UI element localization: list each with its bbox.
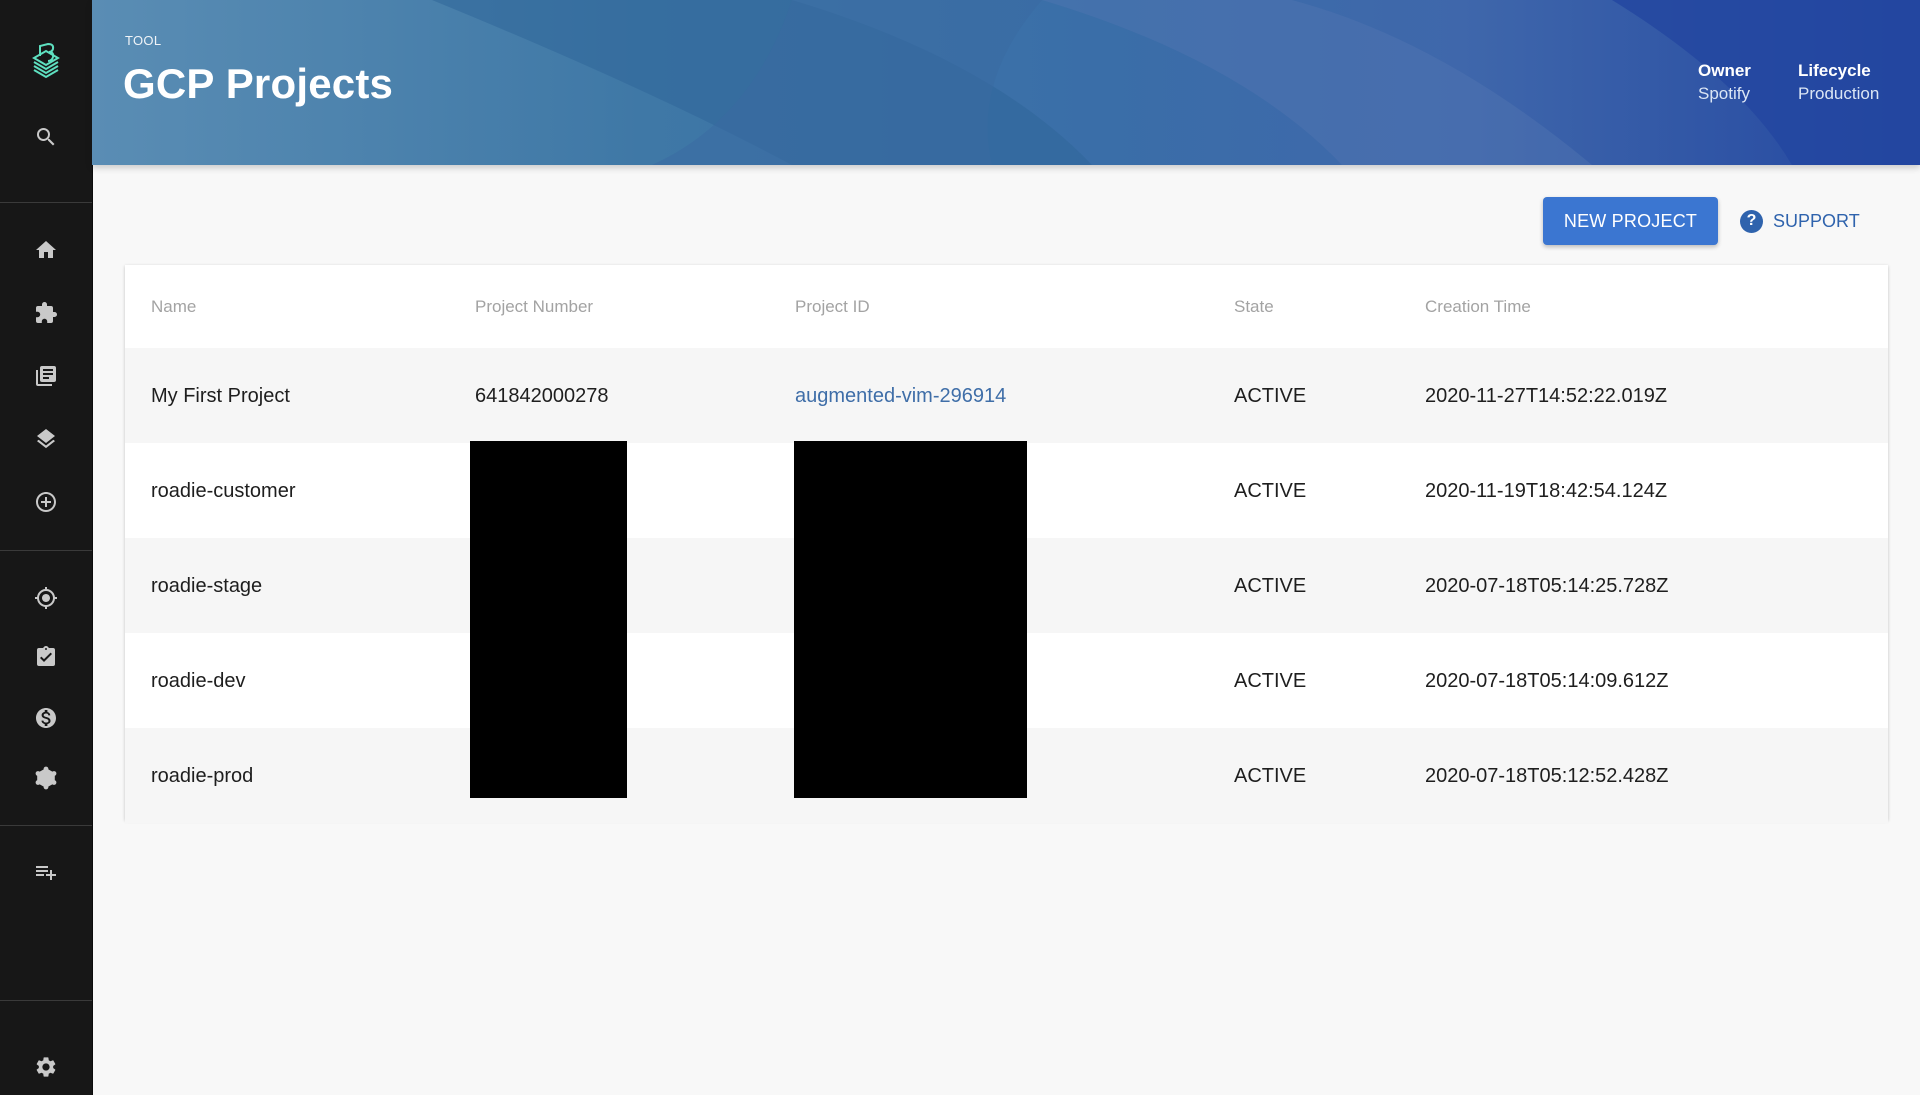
sidebar-item-add-shortcut[interactable]	[22, 852, 70, 892]
cell-name: roadie-dev	[151, 670, 246, 692]
sidebar-item-docs[interactable]	[22, 356, 70, 396]
dollar-icon	[36, 708, 56, 728]
table-header: Name Project Number Project ID State Cre…	[125, 265, 1888, 348]
cell-state: ACTIVE	[1234, 575, 1307, 597]
column-header-project-number[interactable]: Project Number	[475, 297, 593, 317]
column-header-project-id[interactable]: Project ID	[795, 297, 870, 317]
table-row: My First Project 641842000278 augmented-…	[125, 348, 1888, 443]
puzzle-icon	[36, 302, 57, 323]
cell-creation-time: 2020-07-18T05:14:25.728Z	[1425, 575, 1669, 597]
cell-state: ACTIVE	[1234, 670, 1307, 692]
sidebar-divider	[0, 550, 92, 551]
page-header: TOOL GCP Projects Owner Spotify Lifecycl…	[92, 0, 1920, 165]
lifecycle-label: Lifecycle	[1798, 61, 1871, 80]
playlist-add-icon	[36, 866, 56, 880]
clipboard-check-icon	[37, 646, 55, 666]
sidebar-item-tasks[interactable]	[22, 637, 70, 677]
sidebar-item-apis[interactable]	[22, 293, 70, 333]
project-id-link[interactable]: augmented-vim-296914	[795, 385, 1006, 407]
header-lifecycle: Lifecycle Production	[1798, 60, 1879, 106]
sidebar-divider	[0, 1000, 92, 1001]
sidebar	[0, 0, 93, 1095]
cell-creation-time: 2020-07-18T05:14:09.612Z	[1425, 670, 1669, 692]
sidebar-divider	[0, 202, 92, 203]
sidebar-item-tech-radar[interactable]	[22, 419, 70, 459]
cell-creation-time: 2020-07-18T05:12:52.428Z	[1425, 765, 1669, 787]
cell-state: ACTIVE	[1234, 385, 1307, 407]
owner-value: Spotify	[1698, 84, 1750, 103]
lifecycle-value: Production	[1798, 84, 1880, 103]
support-button[interactable]: ? SUPPORT	[1740, 197, 1860, 245]
target-icon	[35, 587, 57, 609]
sidebar-divider	[0, 825, 92, 826]
sidebar-item-graphiql[interactable]	[22, 758, 70, 798]
new-project-button[interactable]: NEW PROJECT	[1543, 197, 1718, 245]
support-label: SUPPORT	[1773, 210, 1860, 231]
header-owner: Owner Spotify	[1698, 60, 1751, 106]
cell-name: roadie-prod	[151, 765, 254, 787]
page-title: GCP Projects	[123, 60, 394, 107]
add-circle-icon	[36, 492, 56, 512]
header-type-label: TOOL	[125, 33, 162, 48]
graphql-icon	[35, 766, 57, 790]
cell-state: ACTIVE	[1234, 765, 1307, 787]
sidebar-item-cost-insights[interactable]	[22, 698, 70, 738]
gear-icon	[36, 1057, 56, 1077]
column-header-creation-time[interactable]: Creation Time	[1425, 297, 1531, 317]
column-header-state[interactable]: State	[1234, 297, 1274, 317]
column-header-name[interactable]: Name	[151, 297, 196, 317]
sidebar-item-lighthouse[interactable]	[22, 578, 70, 618]
cell-state: ACTIVE	[1234, 480, 1307, 502]
home-icon	[36, 241, 56, 258]
sidebar-item-settings[interactable]	[22, 1047, 70, 1087]
cell-creation-time: 2020-11-27T14:52:22.019Z	[1425, 385, 1668, 407]
backstage-logo-icon[interactable]	[22, 36, 70, 84]
redaction-box-project-id	[794, 441, 1027, 798]
cell-name: My First Project	[151, 385, 290, 407]
cell-project-number: 641842000278	[475, 385, 609, 407]
help-circle-icon: ?	[1740, 209, 1763, 233]
redaction-box-project-number	[470, 441, 627, 798]
sidebar-item-home[interactable]	[22, 230, 70, 270]
cell-name: roadie-stage	[151, 575, 263, 597]
projects-table: Name Project Number Project ID State Cre…	[125, 265, 1888, 823]
sidebar-item-create[interactable]	[22, 482, 70, 522]
cell-creation-time: 2020-11-19T18:42:54.124Z	[1425, 480, 1668, 502]
search-icon[interactable]	[22, 117, 70, 157]
owner-label: Owner	[1698, 61, 1751, 80]
docs-icon	[36, 366, 56, 386]
cell-name: roadie-customer	[151, 480, 296, 502]
layers-icon	[37, 429, 55, 449]
